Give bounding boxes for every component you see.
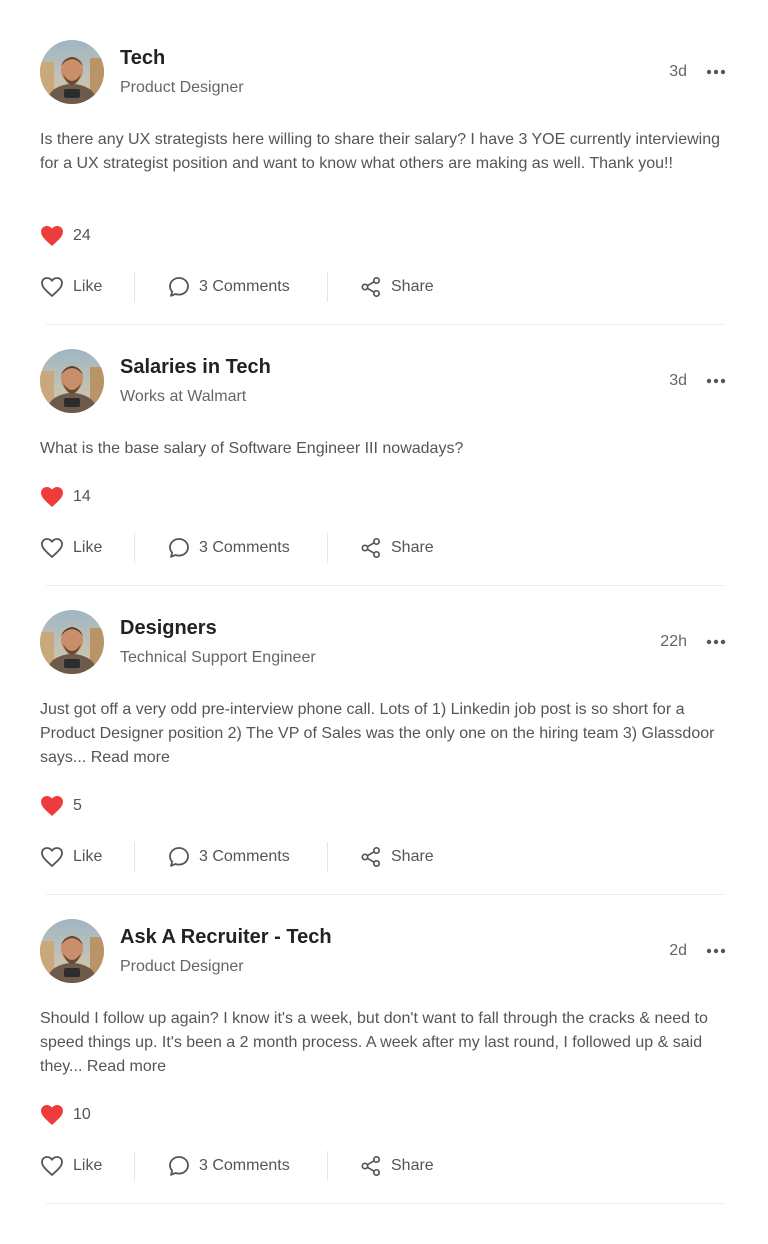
post-card: Designers Technical Support Engineer 22h… — [0, 570, 768, 895]
post-actions: Like 3 Comments Share — [40, 272, 460, 302]
share-button[interactable]: Share — [360, 842, 434, 872]
action-divider — [134, 272, 135, 302]
post-time: 3d — [669, 372, 687, 389]
like-count: 24 — [73, 227, 91, 244]
share-button[interactable]: Share — [360, 272, 434, 302]
comments-label: 3 Comments — [199, 278, 290, 295]
post-feed: Tech Product Designer 3d Is there any UX… — [0, 0, 768, 1244]
post-time: 2d — [669, 942, 687, 959]
post-body[interactable]: What is the base salary of Software Engi… — [40, 437, 730, 461]
more-options-button[interactable] — [704, 371, 728, 391]
comment-bubble-icon — [169, 847, 189, 867]
avatar[interactable] — [40, 610, 104, 674]
more-options-button[interactable] — [704, 632, 728, 652]
heart-filled-icon — [41, 226, 63, 246]
post-actions: Like 3 Comments Share — [40, 533, 460, 563]
share-label: Share — [391, 1157, 434, 1174]
more-options-button[interactable] — [704, 62, 728, 82]
action-divider — [134, 533, 135, 563]
comments-button[interactable]: 3 Comments — [168, 842, 290, 872]
share-button[interactable]: Share — [360, 533, 434, 563]
like-button[interactable]: Like — [40, 272, 102, 302]
share-icon — [361, 537, 381, 559]
heart-filled-icon — [41, 1105, 63, 1125]
author-subtitle: Works at Walmart — [120, 388, 247, 405]
avatar[interactable] — [40, 349, 104, 413]
more-horizontal-icon — [706, 639, 726, 645]
read-more-link[interactable]: Read more — [91, 749, 170, 766]
group-name[interactable]: Tech — [120, 46, 165, 70]
action-divider — [327, 533, 328, 563]
like-count: 5 — [73, 797, 82, 814]
heart-outline-icon — [41, 1156, 63, 1176]
like-count-row: 5 — [40, 794, 82, 818]
share-icon — [361, 846, 381, 868]
like-button[interactable]: Like — [40, 1151, 102, 1181]
post-body[interactable]: Just got off a very odd pre-interview ph… — [40, 698, 730, 770]
author-subtitle: Technical Support Engineer — [120, 649, 316, 666]
like-count: 10 — [73, 1106, 91, 1123]
post-divider — [46, 1203, 724, 1204]
post-actions: Like 3 Comments Share — [40, 842, 460, 872]
post-body-text: What is the base salary of Software Engi… — [40, 440, 464, 457]
like-button[interactable]: Like — [40, 842, 102, 872]
group-name[interactable]: Salaries in Tech — [120, 355, 271, 379]
comments-button[interactable]: 3 Comments — [168, 272, 290, 302]
group-name[interactable]: Ask A Recruiter - Tech — [120, 925, 332, 949]
action-divider — [327, 272, 328, 302]
post-card: Ask A Recruiter - Tech Product Designer … — [0, 879, 768, 1204]
like-label: Like — [73, 278, 103, 295]
post-time: 22h — [660, 633, 687, 650]
like-label: Like — [73, 848, 103, 865]
more-horizontal-icon — [706, 378, 726, 384]
heart-outline-icon — [41, 538, 63, 558]
comment-bubble-icon — [169, 277, 189, 297]
more-options-button[interactable] — [704, 941, 728, 961]
author-subtitle: Product Designer — [120, 79, 244, 96]
like-count-row: 10 — [40, 1103, 91, 1127]
like-count: 14 — [73, 488, 91, 505]
read-more-link[interactable]: Read more — [87, 1058, 166, 1075]
like-count-row: 14 — [40, 485, 91, 509]
share-label: Share — [391, 539, 434, 556]
post-body[interactable]: Is there any UX strategists here willing… — [40, 128, 730, 176]
share-label: Share — [391, 848, 434, 865]
share-icon — [361, 276, 381, 298]
group-name[interactable]: Designers — [120, 616, 217, 640]
comments-button[interactable]: 3 Comments — [168, 1151, 290, 1181]
more-horizontal-icon — [706, 69, 726, 75]
like-label: Like — [73, 1157, 103, 1174]
action-divider — [327, 842, 328, 872]
share-icon — [361, 1155, 381, 1177]
more-horizontal-icon — [706, 948, 726, 954]
comments-button[interactable]: 3 Comments — [168, 533, 290, 563]
post-card: Tech Product Designer 3d Is there any UX… — [0, 0, 768, 325]
post-actions: Like 3 Comments Share — [40, 1151, 460, 1181]
like-button[interactable]: Like — [40, 533, 102, 563]
avatar[interactable] — [40, 919, 104, 983]
action-divider — [134, 1151, 135, 1181]
share-label: Share — [391, 278, 434, 295]
share-button[interactable]: Share — [360, 1151, 434, 1181]
heart-outline-icon — [41, 277, 63, 297]
heart-filled-icon — [41, 796, 63, 816]
heart-outline-icon — [41, 847, 63, 867]
like-label: Like — [73, 539, 103, 556]
comments-label: 3 Comments — [199, 848, 290, 865]
post-body[interactable]: Should I follow up again? I know it's a … — [40, 1007, 730, 1079]
heart-filled-icon — [41, 487, 63, 507]
like-count-row: 24 — [40, 224, 91, 248]
comments-label: 3 Comments — [199, 539, 290, 556]
post-time: 3d — [669, 63, 687, 80]
avatar[interactable] — [40, 40, 104, 104]
comment-bubble-icon — [169, 1156, 189, 1176]
action-divider — [134, 842, 135, 872]
action-divider — [327, 1151, 328, 1181]
author-subtitle: Product Designer — [120, 958, 244, 975]
post-body-text: Is there any UX strategists here willing… — [40, 131, 721, 172]
comment-bubble-icon — [169, 538, 189, 558]
comments-label: 3 Comments — [199, 1157, 290, 1174]
